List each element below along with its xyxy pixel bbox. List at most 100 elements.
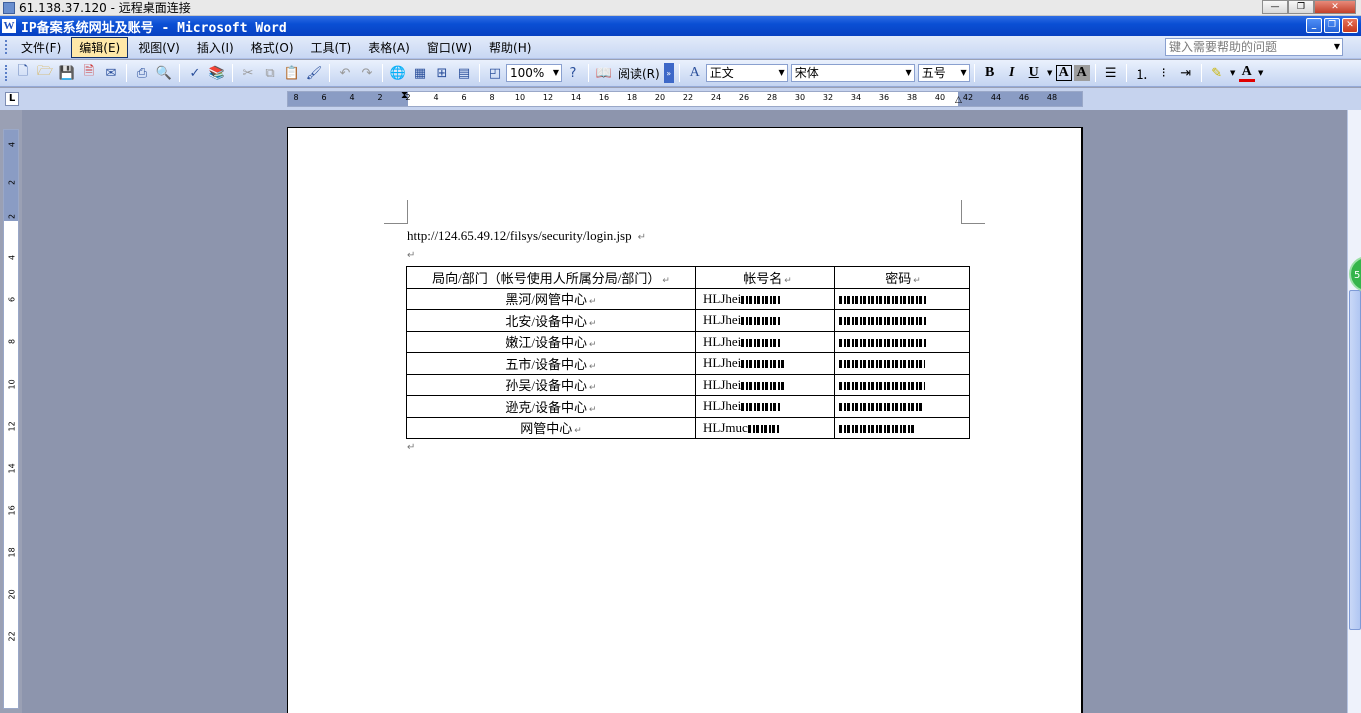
account-cell[interactable]: HLJhei xyxy=(695,287,835,310)
new-document-icon[interactable]: 🗋 xyxy=(13,63,33,83)
word-close-icon[interactable]: ✕ xyxy=(1342,18,1358,33)
print-preview-icon[interactable]: 🔍 xyxy=(154,63,174,83)
dept-cell[interactable]: 逊克/设备中心 ↵ xyxy=(406,395,696,418)
dept-cell[interactable]: 五市/设备中心 ↵ xyxy=(406,352,696,375)
increase-indent-icon[interactable]: ⇥ xyxy=(1176,63,1196,83)
url-text[interactable]: http://124.65.49.12/filsys/security/logi… xyxy=(407,228,632,243)
chevron-down-icon[interactable]: ▼ xyxy=(961,65,967,81)
document-area[interactable]: http://124.65.49.12/filsys/security/logi… xyxy=(22,110,1347,713)
menu-insert[interactable]: 插入(I) xyxy=(190,38,241,57)
paste-icon[interactable]: 📋 xyxy=(282,63,302,83)
undo-icon[interactable]: ↶ xyxy=(335,63,355,83)
drawing-icon[interactable]: ◰ xyxy=(485,63,505,83)
word-minimize-icon[interactable]: _ xyxy=(1306,18,1322,33)
account-cell[interactable]: HLJhei xyxy=(695,373,835,396)
account-cell[interactable]: HLJmuc xyxy=(695,416,835,439)
insert-table-icon[interactable]: ⊞ xyxy=(432,63,452,83)
bold-button[interactable]: B xyxy=(980,63,1000,83)
toolbar-options-icon[interactable]: » xyxy=(663,63,674,83)
dept-cell[interactable]: 网管中心 ↵ xyxy=(406,416,696,439)
menu-window[interactable]: 窗口(W) xyxy=(420,38,479,57)
format-painter-icon[interactable]: 🖌 xyxy=(304,63,324,83)
vertical-scrollbar[interactable] xyxy=(1347,110,1361,713)
spelling-icon[interactable]: ✓ xyxy=(185,63,205,83)
chevron-down-icon[interactable]: ▼ xyxy=(1334,39,1340,55)
close-icon[interactable]: ✕ xyxy=(1314,0,1356,14)
style-select[interactable]: 正文 ▼ xyxy=(705,64,788,82)
restore-icon[interactable]: ❐ xyxy=(1288,0,1314,14)
email-icon[interactable]: ✉ xyxy=(101,63,121,83)
open-folder-icon[interactable]: 🗁 xyxy=(35,63,55,83)
account-cell[interactable]: HLJhei xyxy=(695,330,835,353)
underline-dropdown-icon[interactable]: ▼ xyxy=(1046,63,1054,83)
highlight-icon[interactable]: ✎ xyxy=(1207,63,1227,83)
font-color-dropdown-icon[interactable]: ▼ xyxy=(1257,63,1265,83)
dept-cell[interactable]: 嫩江/设备中心 ↵ xyxy=(406,330,696,353)
password-cell[interactable] xyxy=(834,395,970,418)
table-header-cell[interactable]: 局向/部门（帐号使用人所属分局/部门） ↵ xyxy=(406,266,696,289)
word-restore-icon[interactable]: ❐ xyxy=(1324,18,1340,33)
account-cell[interactable]: HLJhei xyxy=(695,395,835,418)
tab-selector[interactable]: L xyxy=(5,92,19,106)
cut-icon[interactable]: ✂ xyxy=(238,63,258,83)
align-center-icon[interactable]: ☰ xyxy=(1101,63,1121,83)
password-cell[interactable] xyxy=(834,373,970,396)
copy-icon[interactable]: ⧉ xyxy=(260,63,280,83)
research-icon[interactable]: 📚 xyxy=(207,63,227,83)
password-cell[interactable] xyxy=(834,352,970,375)
password-cell[interactable] xyxy=(834,287,970,310)
password-cell[interactable] xyxy=(834,309,970,332)
read-mode-button[interactable]: 阅读(R) xyxy=(615,65,663,82)
read-mode-icon[interactable]: 📖 xyxy=(594,63,614,83)
zoom-select[interactable]: 100% ▼ xyxy=(506,64,562,82)
italic-button[interactable]: I xyxy=(1002,63,1022,83)
character-border-button[interactable]: A xyxy=(1055,65,1072,81)
vertical-ruler[interactable]: 4 2 2 4 6 8 10 12 14 16 18 20 22 xyxy=(3,129,19,709)
menu-view[interactable]: 视图(V) xyxy=(131,38,187,57)
menu-tools[interactable]: 工具(T) xyxy=(304,38,359,57)
tables-borders-icon[interactable]: ▦ xyxy=(410,63,430,83)
menu-table[interactable]: 表格(A) xyxy=(361,38,417,57)
chevron-down-icon[interactable]: ▼ xyxy=(553,65,559,81)
insert-excel-icon[interactable]: ▤ xyxy=(454,63,474,83)
save-icon[interactable]: 💾 xyxy=(57,63,77,83)
table-header-cell[interactable]: 帐号名 ↵ xyxy=(695,266,835,289)
menu-file[interactable]: 文件(F) xyxy=(14,38,68,57)
styles-formatting-icon[interactable]: A xyxy=(685,63,705,83)
account-table[interactable]: 局向/部门（帐号使用人所属分局/部门） ↵ 帐号名 ↵ 密码 ↵ 黑河/网管中心 ↵ H… xyxy=(406,266,970,439)
character-shading-button[interactable]: A xyxy=(1073,65,1090,81)
dept-cell[interactable]: 北安/设备中心 ↵ xyxy=(406,309,696,332)
scrollbar-thumb[interactable] xyxy=(1349,290,1361,630)
account-cell[interactable]: HLJhei xyxy=(695,309,835,332)
font-size-select[interactable]: 五号 ▼ xyxy=(917,64,970,82)
numbering-icon[interactable]: ⒈ xyxy=(1132,63,1152,83)
horizontal-ruler[interactable]: ⧗ △ 8 6 4 2 2 4 6 8 10 12 14 16 18 20 22 24 26 28 30 32 34 36… xyxy=(287,90,1083,107)
toolbar-grip[interactable] xyxy=(5,65,8,81)
dept-cell[interactable]: 孙吴/设备中心 ↵ xyxy=(406,373,696,396)
permission-icon[interactable]: 🗎 xyxy=(79,63,99,83)
menu-help[interactable]: 帮助(H) xyxy=(482,38,538,57)
font-select[interactable]: 宋体 ▼ xyxy=(790,64,915,82)
password-cell[interactable] xyxy=(834,416,970,439)
help-search-input[interactable]: 键入需要帮助的问题 ▼ xyxy=(1165,38,1343,56)
menu-edit[interactable]: 编辑(E) xyxy=(71,36,129,58)
password-cell[interactable] xyxy=(834,330,970,353)
font-color-button[interactable]: A xyxy=(1238,64,1255,82)
url-paragraph[interactable]: http://124.65.49.12/filsys/security/logi… xyxy=(407,228,646,244)
chevron-down-icon[interactable]: ▼ xyxy=(779,65,785,81)
hyperlink-icon[interactable]: 🌐 xyxy=(388,63,408,83)
bullets-icon[interactable]: ⁝ xyxy=(1154,63,1174,83)
redo-icon[interactable]: ↷ xyxy=(357,63,377,83)
print-icon[interactable]: ⎙ xyxy=(132,63,152,83)
minimize-icon[interactable]: — xyxy=(1262,0,1288,14)
chevron-down-icon[interactable]: ▼ xyxy=(906,65,912,81)
dept-cell[interactable]: 黑河/网管中心 ↵ xyxy=(406,287,696,310)
underline-button[interactable]: U xyxy=(1024,63,1044,83)
menu-grip[interactable] xyxy=(5,40,8,54)
table-header-cell[interactable]: 密码 ↵ xyxy=(834,266,970,289)
document-page[interactable]: http://124.65.49.12/filsys/security/logi… xyxy=(287,127,1083,713)
highlight-dropdown-icon[interactable]: ▼ xyxy=(1229,63,1237,83)
account-cell[interactable]: HLJhei xyxy=(695,352,835,375)
menu-format[interactable]: 格式(O) xyxy=(244,38,301,57)
help-icon[interactable]: ? xyxy=(563,63,583,83)
